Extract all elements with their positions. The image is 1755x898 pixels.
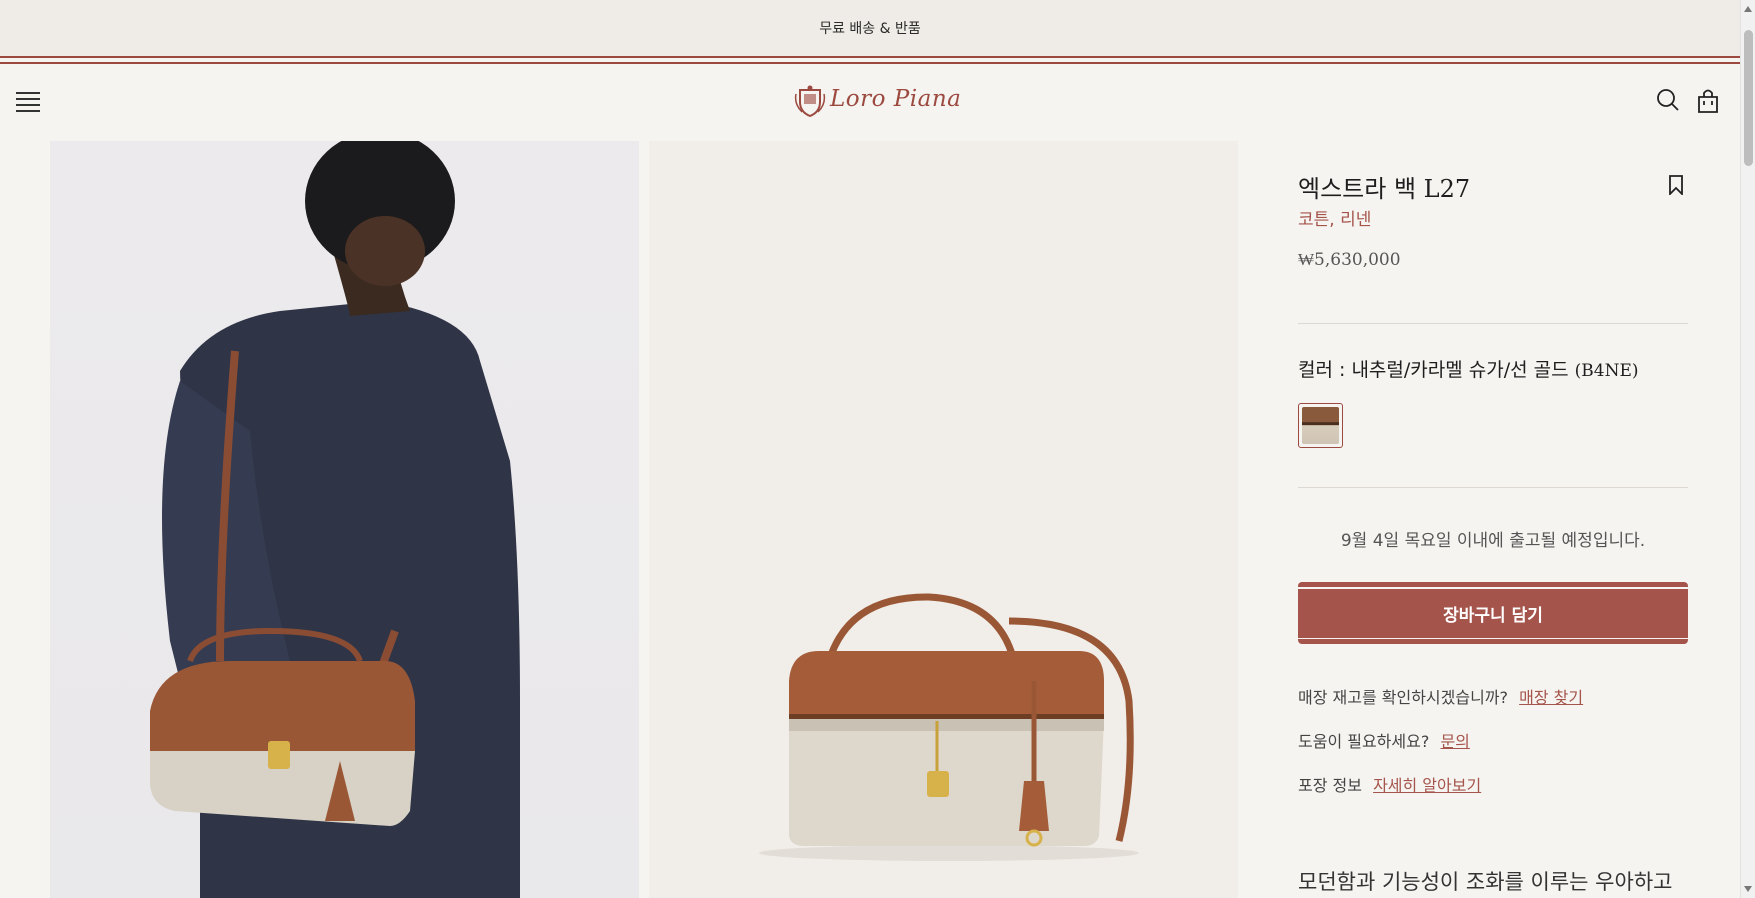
divider xyxy=(1298,323,1688,324)
product-image-model[interactable] xyxy=(50,141,639,898)
stock-question: 매장 재고를 확인하시겠습니까? xyxy=(1298,688,1509,707)
product-description: 모던함과 기능성이 조화를 이루는 우아하고 조 xyxy=(1298,866,1688,898)
site-header: Loro Piana xyxy=(0,66,1740,140)
store-stock-row: 매장 재고를 확인하시겠습니까? 매장 찾기 xyxy=(1298,684,1583,708)
swatch-image xyxy=(1302,407,1339,444)
packaging-row: 포장 정보 자세히 알아보기 xyxy=(1298,772,1481,796)
promo-divider xyxy=(0,56,1740,66)
packaging-link[interactable]: 자세히 알아보기 xyxy=(1373,776,1481,795)
scroll-down-icon[interactable] xyxy=(1744,886,1752,892)
logo-wordmark: Loro Piana xyxy=(830,86,962,112)
search-icon xyxy=(1657,89,1679,111)
product-title: 엑스트라 백 L27 xyxy=(1298,175,1471,203)
page-scrollbar[interactable] xyxy=(1740,0,1755,898)
menu-button[interactable] xyxy=(16,90,46,116)
search-button[interactable] xyxy=(1656,88,1684,116)
color-code: (B4NE) xyxy=(1574,361,1639,381)
product-material: 코튼, 리넨 xyxy=(1298,210,1372,230)
bookmark-icon[interactable] xyxy=(1668,175,1684,195)
hamburger-icon xyxy=(16,92,40,94)
model-wearing-bag-image xyxy=(150,141,520,898)
find-store-link[interactable]: 매장 찾기 xyxy=(1519,688,1583,707)
shipping-note: 9월 4일 목요일 이내에 출고될 예정입니다. xyxy=(1340,531,1646,551)
promo-bar: 무료 배송 & 반품 xyxy=(0,0,1740,56)
add-to-cart-label: 장바구니 담기 xyxy=(1443,605,1543,626)
scroll-thumb[interactable] xyxy=(1744,30,1753,166)
description-text: 모던함과 기능성이 조화를 이루는 우아하고 조 xyxy=(1298,870,1673,894)
packaging-label: 포장 정보 xyxy=(1298,776,1362,795)
shopping-bag-button[interactable] xyxy=(1697,88,1725,116)
color-label: 컬러 : 내추럴/카라멜 슈가/선 골드 (B4NE) xyxy=(1298,355,1639,382)
scroll-up-icon[interactable] xyxy=(1744,6,1752,12)
product-image-bag[interactable] xyxy=(649,141,1238,898)
bag-product-image xyxy=(759,593,1139,861)
crest-icon xyxy=(794,85,826,118)
product-price: ₩5,630,000 xyxy=(1298,250,1401,270)
divider xyxy=(1298,487,1688,488)
help-row: 도움이 필요하세요? 문의 xyxy=(1298,728,1470,752)
promo-text: 무료 배송 & 반품 xyxy=(819,21,921,37)
color-name: 컬러 : 내추럴/카라멜 슈가/선 골드 xyxy=(1298,359,1569,381)
add-to-cart-button[interactable]: 장바구니 담기 xyxy=(1298,582,1688,644)
brand-logo[interactable]: Loro Piana xyxy=(794,82,961,122)
help-question: 도움이 필요하세요? xyxy=(1298,732,1430,751)
contact-link[interactable]: 문의 xyxy=(1440,732,1469,751)
shopping-bag-icon xyxy=(1698,89,1718,113)
color-swatch[interactable] xyxy=(1298,403,1343,448)
